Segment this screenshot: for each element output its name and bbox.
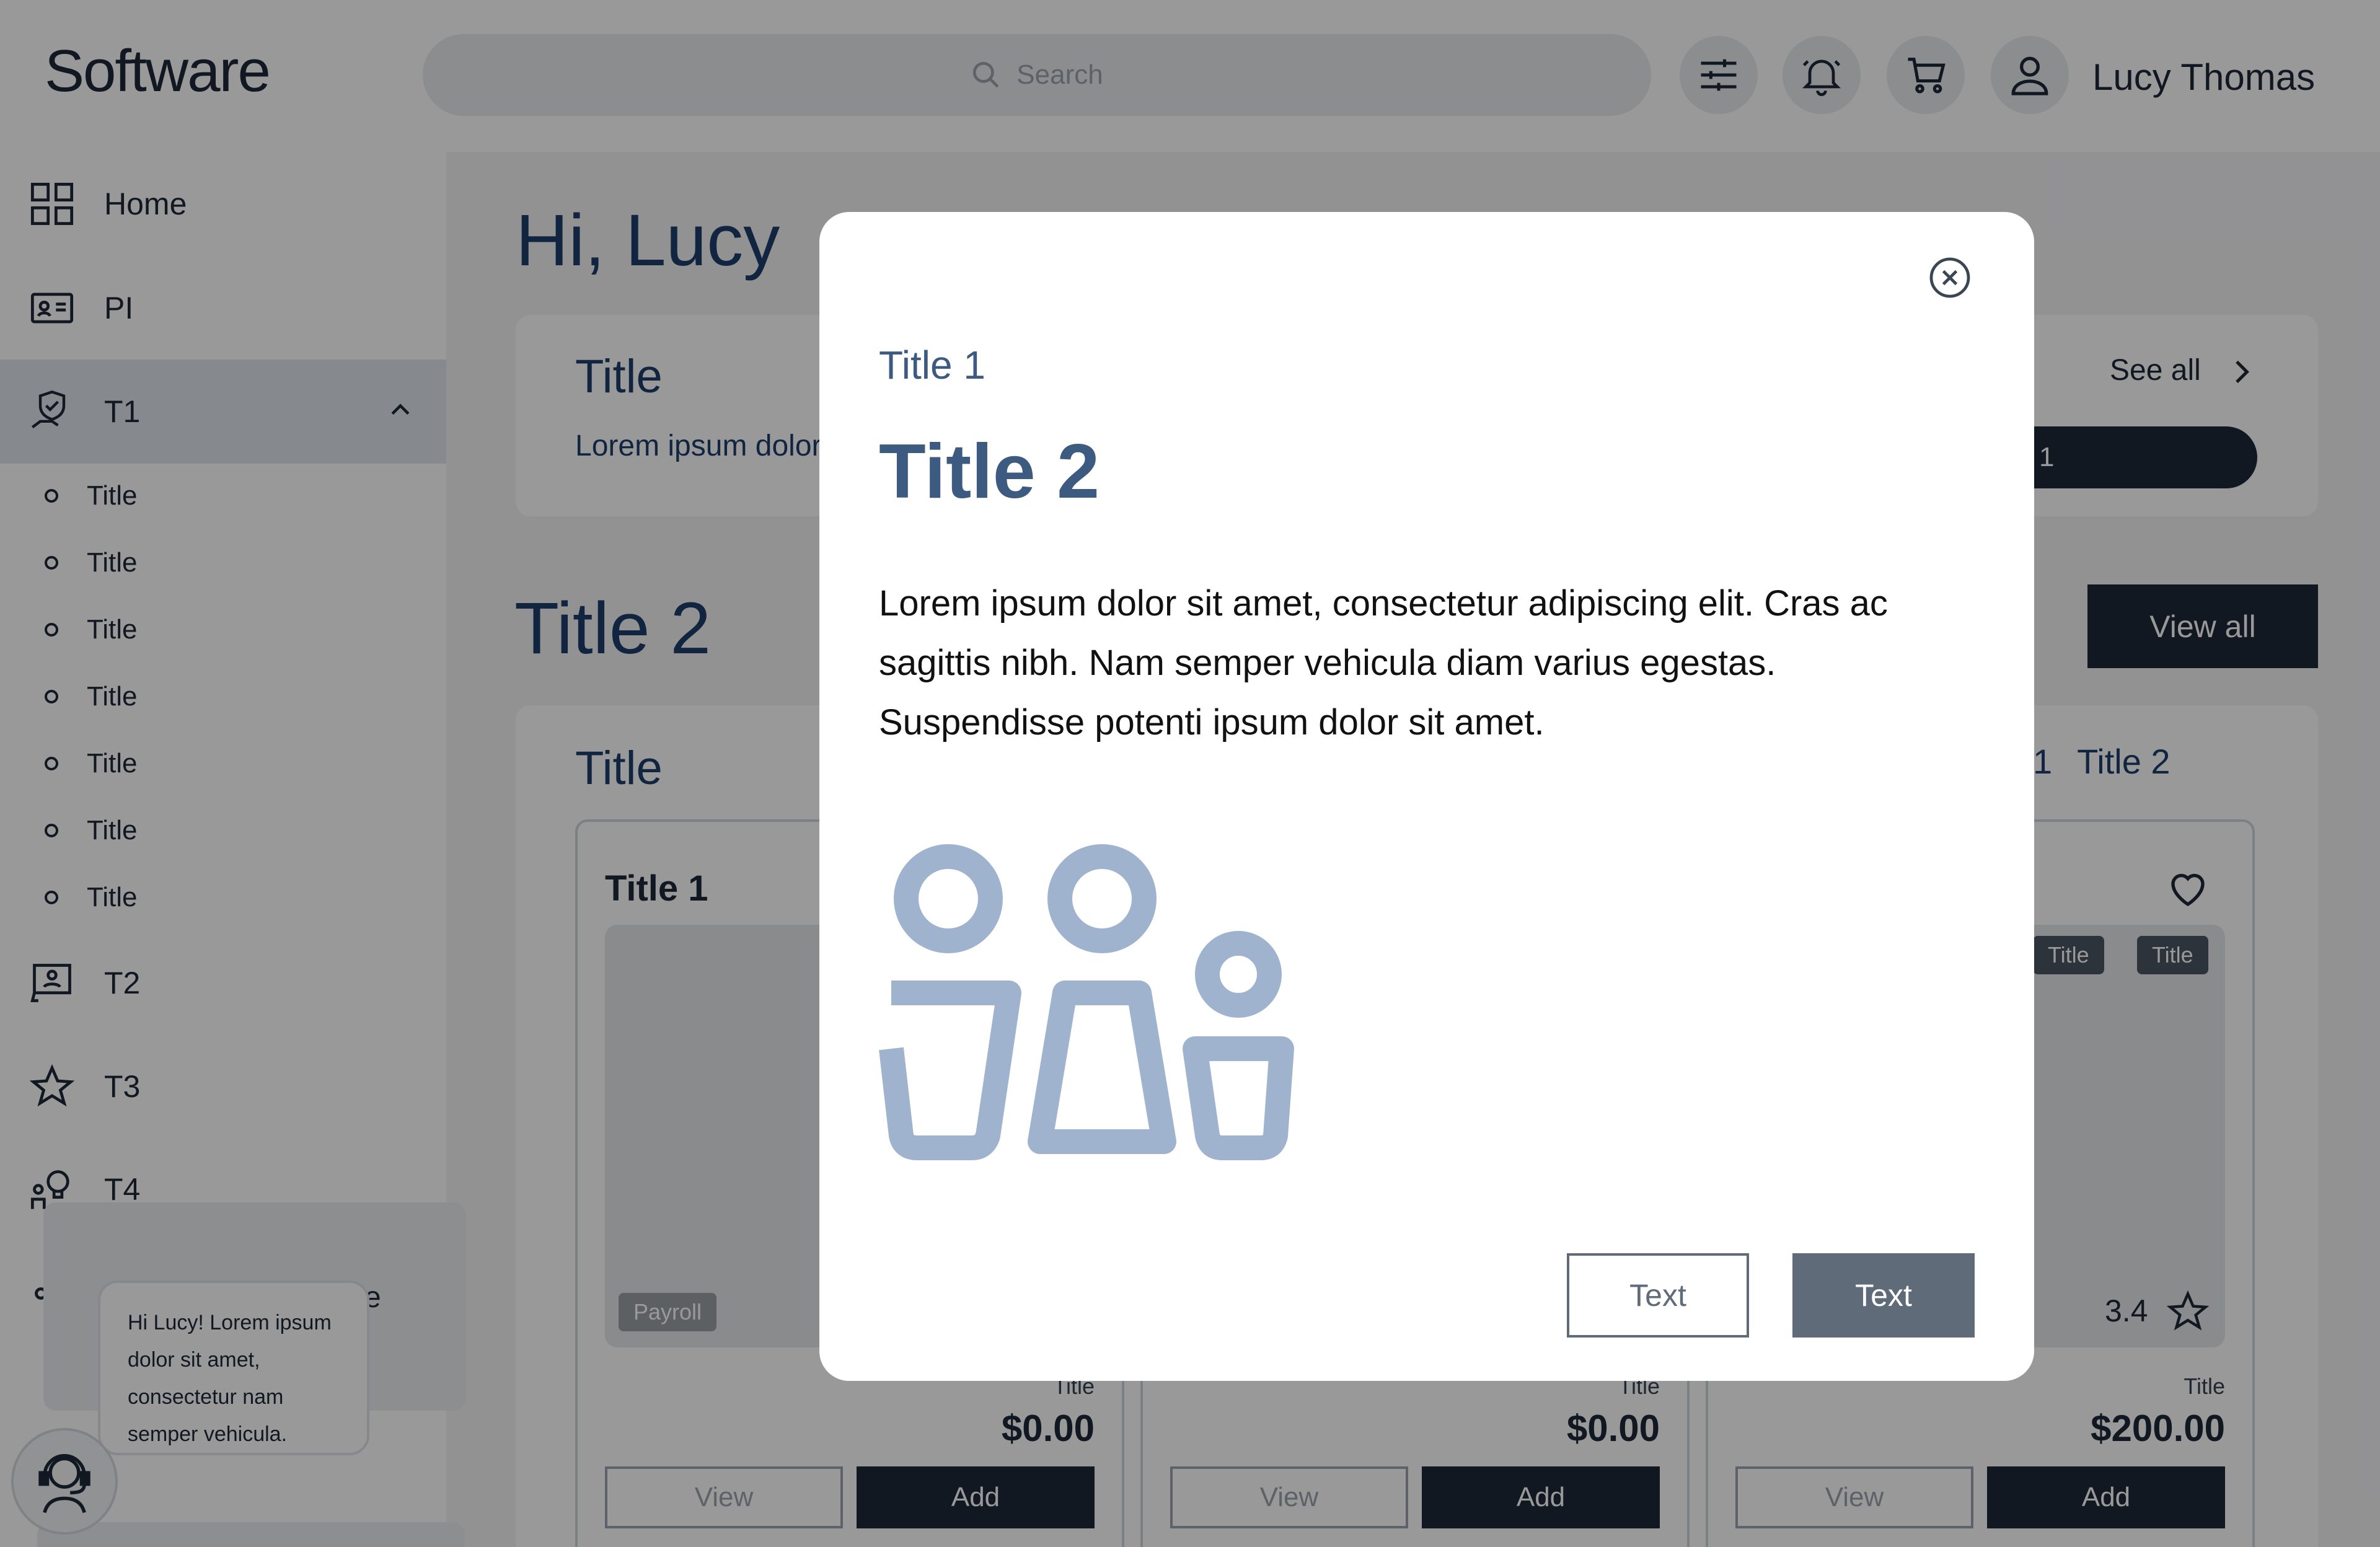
modal-title: Title 2	[879, 429, 1100, 514]
modal-body-text: Lorem ipsum dolor sit amet, consectetur …	[879, 583, 1888, 743]
secondary-button[interactable]: Text	[1567, 1253, 1749, 1338]
primary-button[interactable]: Text	[1792, 1253, 1975, 1338]
modal-subtitle: Title 1	[879, 343, 985, 387]
close-icon[interactable]	[1928, 255, 1972, 300]
modal-dialog: Title 1 Title 2 Lorem ipsum dolor sit am…	[819, 212, 2034, 1381]
family-icon	[879, 844, 1294, 1160]
